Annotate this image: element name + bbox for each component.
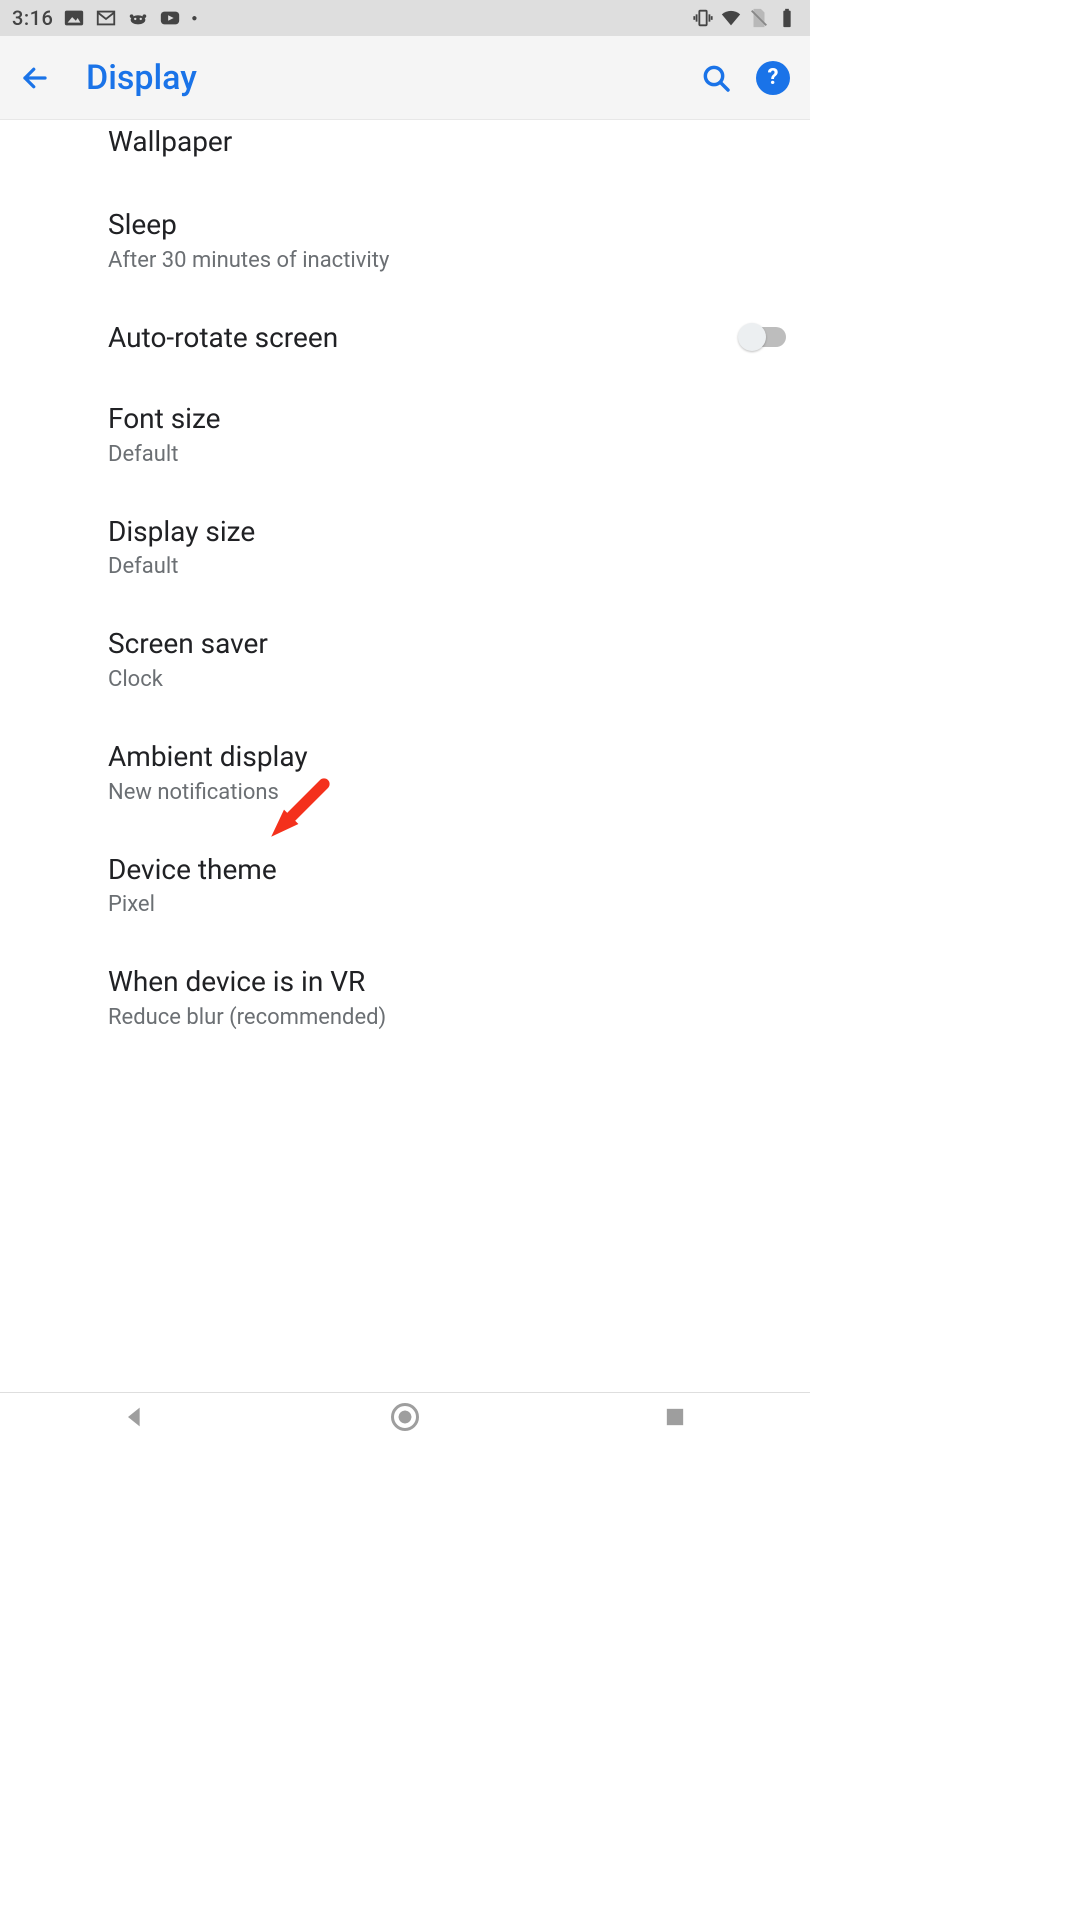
page-title: Display	[86, 58, 700, 98]
reddit-icon	[127, 7, 149, 29]
nav-home-icon[interactable]	[391, 1403, 419, 1431]
youtube-icon	[159, 7, 181, 29]
settings-list: Wallpaper Sleep After 30 minutes of inac…	[0, 120, 810, 1054]
setting-sleep[interactable]: Sleep After 30 minutes of inactivity	[108, 184, 786, 297]
setting-vr[interactable]: When device is in VR Reduce blur (recomm…	[108, 941, 786, 1054]
status-time: 3:16	[12, 6, 53, 30]
setting-title: Wallpaper	[108, 125, 786, 159]
app-bar: Display ?	[0, 36, 810, 120]
setting-subtitle: Default	[108, 442, 786, 467]
battery-icon	[776, 7, 798, 29]
setting-title: Sleep	[108, 208, 786, 242]
setting-auto-rotate[interactable]: Auto-rotate screen	[108, 297, 786, 379]
setting-title: Auto-rotate screen	[108, 321, 740, 355]
setting-title: Ambient display	[108, 740, 786, 774]
help-icon[interactable]: ?	[756, 61, 790, 95]
gmail-icon	[95, 7, 117, 29]
status-bar: 3:16 ●	[0, 0, 810, 36]
setting-wallpaper[interactable]: Wallpaper	[108, 120, 786, 184]
nav-recent-icon[interactable]	[661, 1403, 689, 1431]
search-icon[interactable]	[700, 62, 732, 94]
setting-device-theme[interactable]: Device theme Pixel	[108, 829, 786, 942]
back-icon[interactable]	[20, 63, 50, 93]
wifi-icon	[720, 7, 742, 29]
setting-subtitle: Reduce blur (recommended)	[108, 1005, 786, 1030]
auto-rotate-toggle[interactable]	[740, 327, 786, 347]
photos-icon	[63, 7, 85, 29]
setting-display-size[interactable]: Display size Default	[108, 491, 786, 604]
setting-ambient-display[interactable]: Ambient display New notifications	[108, 716, 786, 829]
setting-font-size[interactable]: Font size Default	[108, 378, 786, 491]
setting-title: When device is in VR	[108, 965, 786, 999]
setting-subtitle: Clock	[108, 667, 786, 692]
setting-subtitle: Default	[108, 554, 786, 579]
setting-title: Device theme	[108, 853, 786, 887]
vibrate-icon	[692, 7, 714, 29]
nav-bar	[0, 1392, 810, 1440]
nav-back-icon[interactable]	[121, 1403, 149, 1431]
more-notifications-dot: ●	[191, 13, 197, 24]
setting-subtitle: New notifications	[108, 780, 786, 805]
no-sim-icon	[748, 7, 770, 29]
setting-title: Font size	[108, 402, 786, 436]
setting-title: Screen saver	[108, 627, 786, 661]
setting-subtitle: After 30 minutes of inactivity	[108, 248, 786, 273]
setting-title: Display size	[108, 515, 786, 549]
setting-subtitle: Pixel	[108, 892, 786, 917]
setting-screen-saver[interactable]: Screen saver Clock	[108, 603, 786, 716]
